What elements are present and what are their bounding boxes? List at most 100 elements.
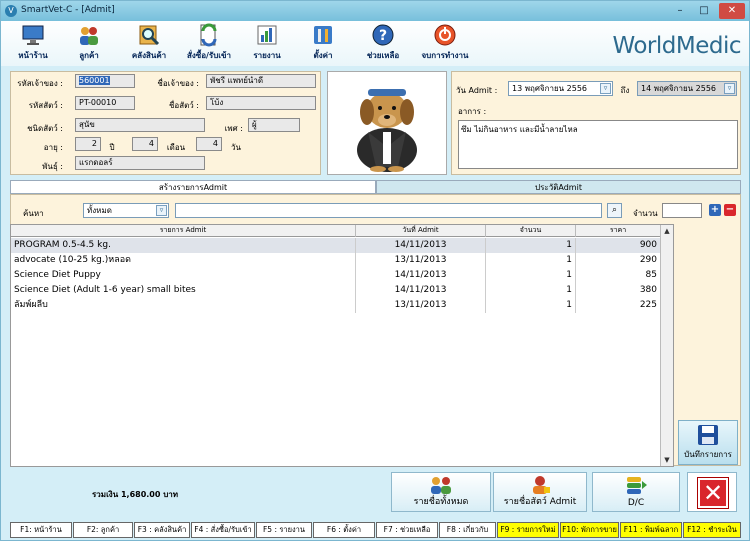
- save-items-button[interactable]: บันทึกรายการ: [678, 420, 738, 465]
- months-unit-label: เดือน: [166, 143, 186, 152]
- owner-name-field[interactable]: พัชรี แพทย์นำดี: [206, 74, 316, 88]
- f11-key[interactable]: F11 : พิมพ์ฉลาก: [620, 522, 682, 538]
- f5-key[interactable]: F5 : รายงาน: [256, 522, 312, 538]
- toolbar-help-button[interactable]: ? ช่วยเหลือ: [357, 23, 409, 65]
- table-row[interactable]: Science Diet Puppy 14/11/2013 1 85: [11, 268, 661, 283]
- toolbar-label: คลังสินค้า: [131, 51, 167, 60]
- age-months-field[interactable]: 4: [132, 137, 158, 151]
- toolbar-orders-button[interactable]: สั่งซื้อ/รับเข้า: [181, 23, 237, 65]
- plus-icon: +: [710, 204, 720, 215]
- admit-date-to[interactable]: 14 พฤศจิกายน 2556 ▿: [637, 81, 737, 96]
- owner-id-value: 560001: [79, 76, 110, 85]
- toolbar-warehouse-button[interactable]: คลังสินค้า: [124, 23, 174, 65]
- close-window-button[interactable]: ✕: [719, 3, 745, 19]
- table-row[interactable]: PROGRAM 0.5-4.5 kg. 14/11/2013 1 900: [11, 238, 661, 253]
- floppy-disk-icon: [698, 425, 718, 445]
- search-category-select[interactable]: ทั้งหมด ▿: [83, 203, 169, 218]
- search-label: ค้นหา: [23, 209, 44, 218]
- f2-key[interactable]: F2: ลูกค้า: [73, 522, 133, 538]
- tab-admit-history[interactable]: ประวัติAdmit: [376, 180, 741, 194]
- years-unit-label: ปี: [109, 143, 115, 152]
- toolbar-label: ช่วยเหลือ: [366, 51, 400, 60]
- f6-key[interactable]: F6 : ตั้งค่า: [313, 522, 375, 538]
- table-row[interactable]: advocate (10-25 kg.)หลอด 13/11/2013 1 29…: [11, 253, 661, 268]
- worldmedic-logo: WorldMedic: [612, 33, 741, 59]
- admit-date-from[interactable]: 13 พฤศจิกายน 2556 ▿: [508, 81, 613, 96]
- cell-item: Science Diet Puppy: [11, 268, 356, 283]
- function-key-bar: F1: หน้าร้าน F2: ลูกค้า F3 : คลังสินค้า …: [10, 522, 750, 538]
- discharge-button[interactable]: D/C: [592, 472, 680, 512]
- quantity-input[interactable]: [662, 203, 702, 218]
- age-years-field[interactable]: 2: [75, 137, 101, 151]
- species-field[interactable]: สุนัข: [75, 118, 205, 132]
- f12-key[interactable]: F12 : ชำระเงิน: [683, 522, 741, 538]
- age-days-field[interactable]: 4: [196, 137, 222, 151]
- cell-price: 380: [576, 283, 661, 298]
- owner-id-field[interactable]: 560001: [75, 74, 135, 88]
- search-input[interactable]: [175, 203, 602, 218]
- cell-date: 14/11/2013: [356, 268, 486, 283]
- cell-qty: 1: [486, 283, 576, 298]
- toolbar-label: รายงาน: [253, 51, 281, 60]
- toolbar-settings-button[interactable]: ตั้งค่า: [301, 23, 345, 65]
- pet-name-label: ชื่อสัตว์ :: [168, 101, 199, 110]
- pet-photo: [327, 71, 447, 175]
- f1-key[interactable]: F1: หน้าร้าน: [10, 522, 72, 538]
- tab-create-admit[interactable]: สร้างรายการAdmit: [10, 180, 376, 194]
- date-to-label: ถึง: [620, 86, 630, 95]
- f4-key[interactable]: F4 : สั่งซื้อ/รับเข้า: [191, 522, 255, 538]
- toolbar-reports-button[interactable]: รายงาน: [245, 23, 289, 65]
- table-row[interactable]: ลัมพ์ผลีบ 13/11/2013 1 225: [11, 298, 661, 313]
- maximize-button[interactable]: □: [693, 3, 715, 19]
- window-title: SmartVet-C - [Admit]: [21, 5, 115, 15]
- f10-key[interactable]: F10: พักการขาย: [560, 522, 619, 538]
- pet-id-field[interactable]: PT-00010: [75, 96, 135, 110]
- toolbar-exit-button[interactable]: จบการทำงาน: [419, 23, 471, 65]
- breed-field[interactable]: แรกดอลร์: [75, 156, 205, 170]
- toolbar-label: จบการทำงาน: [421, 51, 469, 60]
- symptom-textarea[interactable]: ซึม ไม่กินอาหาร และมีน้ำลายไหล: [458, 120, 738, 169]
- cell-item: ลัมพ์ผลีบ: [11, 298, 356, 313]
- cell-item: Science Diet (Adult 1-6 year) small bite…: [11, 283, 356, 298]
- scroll-down-icon[interactable]: ▼: [661, 454, 673, 466]
- list-all-button[interactable]: รายชื่อทั้งหมด: [391, 472, 491, 512]
- main-toolbar: หน้าร้าน ลูกค้า คลังสินค้า สั่งซื้อ/รับเ…: [1, 21, 749, 66]
- list-all-label: รายชื่อทั้งหมด: [413, 497, 469, 507]
- cell-price: 290: [576, 253, 661, 268]
- breed-label: พันธุ์ :: [42, 162, 63, 171]
- f3-key[interactable]: F3 : คลังสินค้า: [134, 522, 190, 538]
- column-header-price[interactable]: ราคา: [576, 225, 661, 237]
- help-icon: ?: [372, 24, 394, 46]
- toolbar-label: ลูกค้า: [79, 51, 99, 60]
- cell-date: 14/11/2013: [356, 238, 486, 253]
- add-item-button[interactable]: +: [709, 204, 721, 216]
- table-row[interactable]: Science Diet (Adult 1-6 year) small bite…: [11, 283, 661, 298]
- search-button[interactable]: ⌕: [607, 203, 622, 218]
- discharge-icon: [627, 477, 647, 494]
- calendar-dropdown-icon: ▿: [724, 83, 735, 94]
- sex-label: เพศ :: [224, 124, 243, 133]
- cell-price: 225: [576, 298, 661, 313]
- list-admit-button[interactable]: รายชื่อสัตว์ Admit: [493, 472, 587, 512]
- column-header-item[interactable]: รายการ Admit: [11, 225, 356, 237]
- toolbar-label: สั่งซื้อ/รับเข้า: [186, 51, 231, 60]
- column-header-date[interactable]: วันที่ Admit: [356, 225, 486, 237]
- toolbar-customers-button[interactable]: ลูกค้า: [67, 23, 111, 65]
- cell-date: 13/11/2013: [356, 298, 486, 313]
- sex-field[interactable]: ผู้: [248, 118, 300, 132]
- cell-item: PROGRAM 0.5-4.5 kg.: [11, 238, 356, 253]
- minimize-button[interactable]: –: [669, 3, 691, 19]
- scroll-up-icon[interactable]: ▲: [661, 225, 673, 237]
- f7-key[interactable]: F7 : ช่วยเหลือ: [376, 522, 438, 538]
- table-scrollbar[interactable]: ▲ ▼: [660, 225, 673, 466]
- pet-name-field[interactable]: โบ้ง: [206, 96, 316, 110]
- f9-key[interactable]: F9 : รายการใหม่: [497, 522, 559, 538]
- remove-item-button[interactable]: −: [724, 204, 736, 216]
- dog-photo-image: [328, 72, 446, 174]
- column-header-qty[interactable]: จำนวน: [486, 225, 576, 237]
- app-window: V SmartVet-C - [Admit] – □ ✕ หน้าร้าน ลู…: [0, 0, 750, 541]
- toolbar-storefront-button[interactable]: หน้าร้าน: [11, 23, 55, 65]
- table-header: รายการ Admit วันที่ Admit จำนวน ราคา: [11, 225, 661, 237]
- close-form-button[interactable]: ✕: [687, 472, 737, 512]
- f8-key[interactable]: F8 : เกี่ยวกับ: [439, 522, 496, 538]
